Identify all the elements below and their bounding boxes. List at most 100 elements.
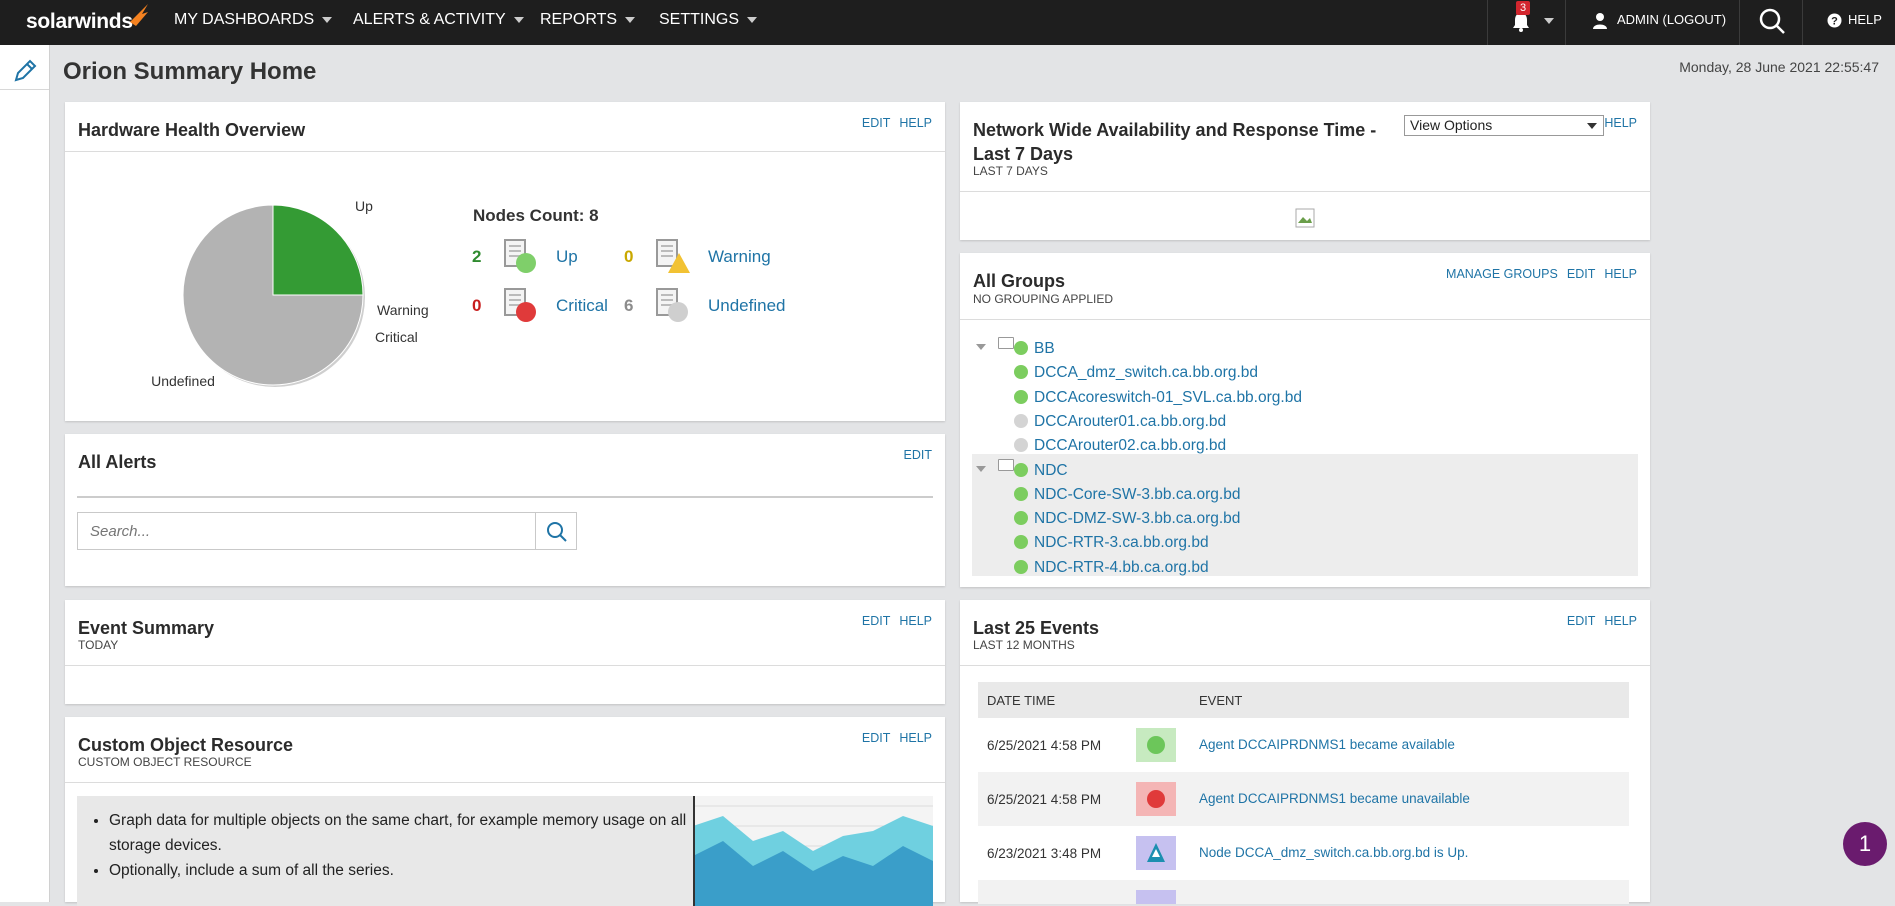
- event-row: [978, 880, 1629, 904]
- panel-links: EDIT HELP: [1558, 614, 1637, 628]
- help-link[interactable]: HELP: [1848, 0, 1882, 45]
- chat-notification-bubble[interactable]: 1: [1843, 822, 1887, 866]
- manage-groups-link[interactable]: MANAGE GROUPS: [1446, 267, 1558, 281]
- edit-link[interactable]: EDIT: [862, 614, 890, 628]
- help-link[interactable]: HELP: [899, 614, 932, 628]
- legend-link-up[interactable]: Up: [556, 247, 578, 267]
- bell-icon[interactable]: [1512, 12, 1530, 32]
- event-row: 6/23/2021 3:48 PM Node DCCA_dmz_switch.ca…: [978, 826, 1629, 880]
- alerts-search-button[interactable]: [535, 512, 577, 550]
- tree-node-row[interactable]: DCCArouter02.ca.bb.org.bd: [960, 433, 1650, 457]
- tree-node-row[interactable]: DCCAcoreswitch-01_SVL.ca.bb.org.bd: [960, 385, 1650, 409]
- all-groups-panel: All Groups NO GROUPING APPLIED MANAGE GR…: [960, 253, 1650, 587]
- event-link[interactable]: Agent DCCAIPRDNMS1 became unavailable: [1199, 791, 1470, 806]
- folder-icon: [998, 337, 1014, 349]
- help-link[interactable]: HELP: [899, 116, 932, 130]
- events-table-header: DATE TIME EVENT: [978, 682, 1629, 718]
- notification-badge: 3: [1516, 1, 1531, 15]
- node-link[interactable]: NDC-DMZ-SW-3.bb.ca.org.bd: [1034, 510, 1240, 528]
- panel-header: Last 25 Events LAST 12 MONTHS EDIT HELP: [960, 600, 1650, 666]
- nodes-count: Nodes Count: 8: [473, 206, 599, 225]
- nav-reports[interactable]: REPORTS: [540, 0, 636, 45]
- node-link[interactable]: DCCArouter02.ca.bb.org.bd: [1034, 437, 1226, 455]
- event-time: 6/25/2021 4:58 PM: [987, 738, 1102, 753]
- group-link[interactable]: NDC: [1034, 462, 1068, 480]
- tree-node-row[interactable]: NDC-RTR-3.ca.bb.org.bd: [960, 530, 1650, 554]
- last-events-panel: Last 25 Events LAST 12 MONTHS EDIT HELP D…: [960, 600, 1650, 904]
- panel-title: Network Wide Availability and Response T…: [973, 120, 1377, 164]
- tree-node-row[interactable]: DCCArouter01.ca.bb.org.bd: [960, 409, 1650, 433]
- event-link[interactable]: Agent DCCAIPRDNMS1 became available: [1199, 737, 1455, 752]
- event-time: 6/23/2021 3:48 PM: [987, 846, 1102, 861]
- tree-group-row[interactable]: BB: [960, 336, 1650, 360]
- nav-separator: [1739, 0, 1740, 45]
- search-icon[interactable]: [1758, 7, 1786, 35]
- node-up-icon: [1136, 836, 1176, 870]
- node-link[interactable]: DCCA_dmz_switch.ca.bb.org.bd: [1034, 364, 1258, 382]
- panel-links: MANAGE GROUPS EDIT HELP: [1437, 267, 1637, 281]
- tree-node-row[interactable]: DCCA_dmz_switch.ca.bb.org.bd: [960, 360, 1650, 384]
- tree-node-row[interactable]: NDC-Core-SW-3.bb.ca.org.bd: [960, 482, 1650, 506]
- legend-link-warning[interactable]: Warning: [708, 247, 771, 267]
- panel-links: HELP: [1595, 116, 1637, 130]
- help-link[interactable]: HELP: [899, 731, 932, 745]
- panel-title: All Alerts: [78, 452, 157, 472]
- custom-object-panel: Custom Object Resource CUSTOM OBJECT RES…: [65, 717, 945, 906]
- nav-my-dashboards[interactable]: MY DASHBOARDS: [174, 0, 333, 45]
- help-link[interactable]: HELP: [1604, 614, 1637, 628]
- warning-status-icon: [656, 239, 690, 273]
- edit-link[interactable]: EDIT: [1567, 614, 1595, 628]
- help-link[interactable]: HELP: [1604, 267, 1637, 281]
- edit-link[interactable]: EDIT: [904, 448, 932, 462]
- panel-subtitle: TODAY: [78, 638, 119, 652]
- event-time: 6/25/2021 4:58 PM: [987, 792, 1102, 807]
- green-dot-icon: [1136, 728, 1176, 762]
- node-link[interactable]: DCCArouter01.ca.bb.org.bd: [1034, 413, 1226, 431]
- rail-divider: [0, 89, 49, 90]
- edit-link[interactable]: EDIT: [862, 116, 890, 130]
- node-link[interactable]: NDC-Core-SW-3.bb.ca.org.bd: [1034, 486, 1240, 504]
- chevron-down-icon[interactable]: [1544, 18, 1554, 24]
- tree-node-row[interactable]: NDC-DMZ-SW-3.bb.ca.org.bd: [960, 506, 1650, 530]
- pie-slice-up: [272, 204, 364, 296]
- hardware-pie-chart: Up Warning Critical Undefined: [151, 198, 429, 389]
- nav-alerts-activity[interactable]: ALERTS & ACTIVITY: [353, 0, 524, 45]
- panel-links: EDIT HELP: [853, 731, 932, 745]
- panel-title: Event Summary: [78, 618, 215, 638]
- network-availability-panel: Network Wide Availability and Response T…: [960, 102, 1650, 240]
- alerts-search-input[interactable]: [78, 513, 533, 549]
- legend-count-warning: 0: [624, 247, 634, 266]
- panel-header: Network Wide Availability and Response T…: [960, 102, 1650, 192]
- panel-title: Custom Object Resource: [78, 735, 294, 755]
- nav-separator: [1565, 0, 1566, 45]
- legend-link-undefined[interactable]: Undefined: [708, 296, 786, 316]
- alerts-search-box: [77, 512, 536, 550]
- admin-logout-link[interactable]: ADMIN (LOGOUT): [1617, 0, 1726, 45]
- node-link[interactable]: NDC-RTR-3.ca.bb.org.bd: [1034, 534, 1209, 552]
- group-link[interactable]: BB: [1034, 340, 1055, 358]
- solarwinds-logo[interactable]: solarwinds: [26, 10, 133, 34]
- status-dot-icon: [1014, 486, 1028, 501]
- top-nav-bar: solarwinds MY DASHBOARDS ALERTS & ACTIVI…: [0, 0, 1895, 45]
- view-options-select[interactable]: View Options: [1404, 115, 1604, 136]
- status-dot-icon: [1014, 559, 1028, 574]
- expand-arrow-icon[interactable]: [976, 465, 986, 472]
- flame-icon: [130, 4, 148, 26]
- panel-header: Hardware Health Overview EDIT HELP: [65, 102, 945, 152]
- tree-node-row[interactable]: NDC-RTR-4.bb.ca.org.bd: [960, 555, 1650, 579]
- expand-arrow-icon[interactable]: [976, 344, 986, 350]
- node-link[interactable]: NDC-RTR-4.bb.ca.org.bd: [1034, 559, 1209, 577]
- edit-link[interactable]: EDIT: [862, 731, 890, 745]
- nav-settings[interactable]: SETTINGS: [659, 0, 758, 45]
- edit-pencil-icon[interactable]: [13, 59, 37, 83]
- status-dot-icon: [1014, 341, 1028, 355]
- event-link[interactable]: Node DCCA_dmz_switch.ca.bb.org.bd is Up.: [1199, 845, 1468, 860]
- legend-link-critical[interactable]: Critical: [556, 296, 608, 316]
- node-link[interactable]: DCCAcoreswitch-01_SVL.ca.bb.org.bd: [1034, 389, 1302, 407]
- panel-subtitle: NO GROUPING APPLIED: [973, 292, 1114, 306]
- status-dot-icon: [1014, 365, 1028, 380]
- edit-link[interactable]: EDIT: [1567, 267, 1595, 281]
- tree-group-row[interactable]: NDC: [960, 458, 1650, 482]
- status-dot-icon: [1014, 438, 1028, 453]
- help-link[interactable]: HELP: [1604, 116, 1637, 130]
